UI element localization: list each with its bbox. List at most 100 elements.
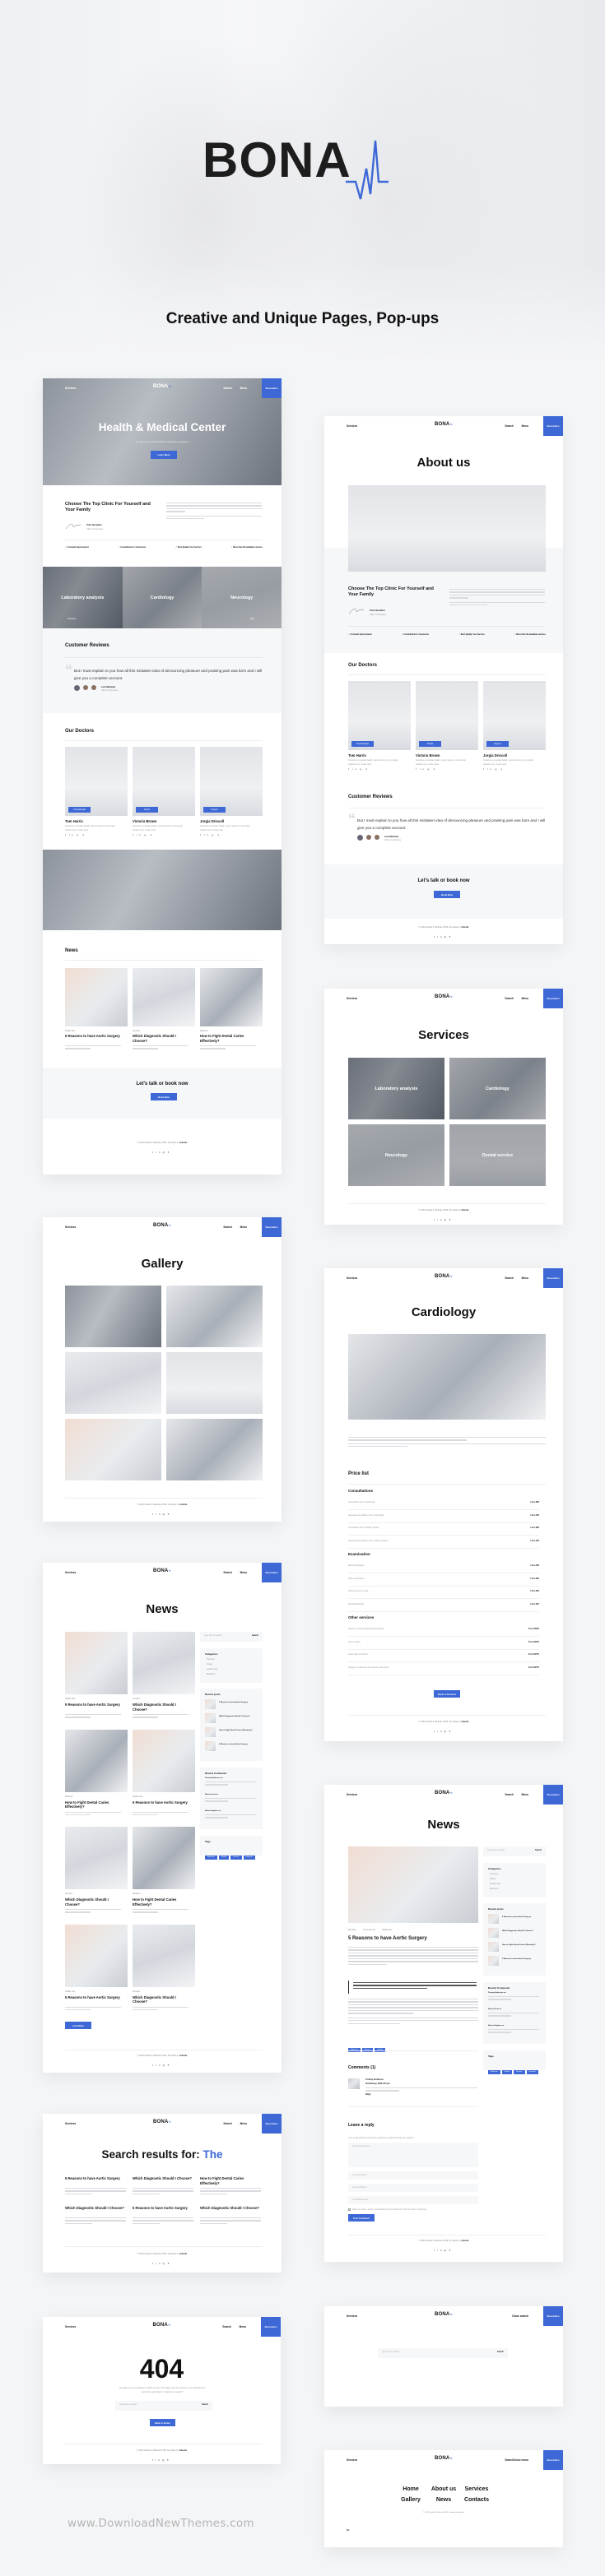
recent-post-thumb[interactable] [205, 1713, 216, 1723]
menu-item-news[interactable]: News [427, 2497, 460, 2503]
recent-post-thumb[interactable] [488, 1942, 499, 1952]
comment-author[interactable]: Rosie Ferrin on [488, 2008, 501, 2010]
linkedin-icon[interactable]: in [156, 2262, 162, 2265]
recent-post-title[interactable]: 5 Reasons to have Aortic Surgery [219, 1744, 260, 1745]
nav-menu-link[interactable]: Menu [240, 2122, 247, 2125]
close-search-link[interactable]: Close search [512, 2314, 528, 2318]
category-link[interactable]: Drugs [207, 1663, 212, 1666]
comment-author[interactable]: Arthur Hopkins on [488, 2025, 504, 2027]
name-input[interactable]: Your name here * [348, 2171, 478, 2180]
copyright-author[interactable]: Adsolis [179, 2253, 187, 2255]
post-meta-item[interactable]: Health care [382, 1929, 392, 1931]
category-link[interactable]: Medicine [490, 1888, 498, 1890]
recent-post-thumb[interactable] [205, 1727, 216, 1737]
category-link[interactable]: Drugs [490, 1878, 496, 1880]
reservation-button[interactable]: Reservation [543, 416, 563, 436]
news-title[interactable]: 5 Reasons to have Aortic Surgery [65, 1995, 123, 2000]
back-to-home-button[interactable]: Back to Home [150, 2419, 175, 2426]
news-title[interactable]: How to Fight Dental Caries Effectively? [65, 1800, 123, 1809]
search-result-title[interactable]: How to Fight Dental Caries Effectively? [200, 2176, 261, 2185]
category-link[interactable]: Health care [490, 1883, 500, 1885]
close-menu-link[interactable]: Close menu [514, 2458, 528, 2462]
twitter-icon[interactable]: ✦ [449, 2249, 454, 2252]
reservation-button[interactable]: Reservation [543, 989, 563, 1008]
twitter-icon[interactable]: ✦ [449, 935, 454, 938]
reservation-button[interactable]: Reservation [543, 2306, 563, 2326]
news-category[interactable]: Health care [65, 1990, 75, 1993]
gallery-photo[interactable] [166, 1419, 263, 1480]
reviewer-avatars[interactable] [74, 685, 96, 691]
news-category[interactable]: Medicine [200, 1030, 208, 1032]
nav-menu-link[interactable]: Menu [522, 1793, 528, 1796]
linkedin-icon[interactable]: in [156, 2064, 162, 2067]
website-input[interactable]: Your website here [348, 2196, 478, 2204]
language-switcher[interactable]: En [347, 2529, 349, 2532]
copyright-author[interactable]: Adsolis [461, 2240, 468, 2242]
recent-post-title[interactable]: How to Fight Dental Caries Effectively? [219, 1730, 260, 1731]
recent-post-thumb[interactable] [488, 1914, 499, 1924]
linkedin-icon[interactable]: in [156, 1513, 162, 1516]
nav-menu-link[interactable]: Menu [522, 424, 528, 428]
gallery-photo[interactable] [166, 1352, 263, 1414]
linkedin-icon[interactable]: in [156, 2458, 162, 2462]
linkedin-icon[interactable]: in [437, 1218, 444, 1221]
nav-search-link[interactable]: Search [223, 387, 232, 390]
recent-post-title[interactable]: 5 Reasons to have Aortic Surgery [502, 1916, 543, 1918]
sidebar-search-input[interactable]: Type here to search Search [200, 1632, 263, 1642]
service-tile[interactable]: Dental service [449, 1124, 546, 1186]
search-placeholder[interactable]: Type here to search [487, 1849, 505, 1851]
twitter-icon[interactable]: ✦ [167, 1151, 172, 1154]
tag-link[interactable]: Doctors [230, 1855, 242, 1860]
doctor-photo[interactable]: Traumatologist [348, 681, 411, 750]
news-photo[interactable] [133, 1729, 195, 1792]
search-result-title[interactable]: Which Diagnostic Should I Choose? [200, 2206, 261, 2211]
copyright-author[interactable]: Adsolis [179, 2055, 187, 2057]
doctor-social-links[interactable]: f in ◎ ✦ [483, 768, 504, 771]
nav-menu-link[interactable]: Menu [240, 2325, 246, 2328]
comment-author[interactable]: Arthur Hopkins on [205, 1810, 221, 1812]
news-title[interactable]: 5 Reasons to have Aortic Surgery [65, 1703, 123, 1707]
post-comment-button[interactable]: Post Comment [348, 2214, 375, 2222]
copyright-author[interactable]: Adsolis [461, 926, 468, 929]
linkedin-icon[interactable]: in [156, 1151, 162, 1154]
reservation-button[interactable]: Reservation [543, 2450, 563, 2470]
news-category[interactable]: Health care [133, 1795, 142, 1798]
nav-menu-link[interactable]: Menu [240, 1571, 247, 1574]
menu-item-home[interactable]: Home [394, 2486, 427, 2492]
twitter-icon[interactable]: ✦ [167, 1513, 172, 1516]
gallery-photo[interactable] [65, 1419, 161, 1480]
nav-search-link[interactable]: Search [222, 2325, 231, 2328]
search-placeholder[interactable]: Type here to search [204, 1634, 221, 1637]
tag-link[interactable]: Hospital [243, 1855, 255, 1860]
category-link[interactable]: Services [490, 1873, 498, 1875]
doctor-photo[interactable]: Surgeon [483, 681, 546, 750]
news-photo[interactable] [65, 968, 128, 1026]
linkedin-icon[interactable]: in [437, 1730, 444, 1733]
search-button[interactable]: Search [535, 1849, 542, 1851]
service-tile[interactable]: Cardiology [449, 1058, 546, 1119]
comment-author[interactable]: Tommy Anderson on [488, 1992, 506, 1994]
recent-post-thumb[interactable] [205, 1699, 216, 1709]
save-info-checkbox[interactable] [348, 2208, 351, 2211]
gallery-photo[interactable] [65, 1286, 161, 1347]
sidebar-search-input[interactable]: Type here to search Search [483, 1846, 546, 1856]
nav-search-link[interactable]: Search [223, 2122, 232, 2125]
twitter-icon[interactable]: ✦ [167, 2458, 172, 2462]
news-category[interactable]: Medicine [65, 1795, 73, 1798]
news-photo[interactable] [133, 1632, 195, 1694]
search-result-title[interactable]: 5 Reasons to have Aortic Surgery [133, 2206, 193, 2211]
search-button[interactable]: Search [202, 2403, 208, 2406]
news-title[interactable]: 5 Reasons to have Aortic Surgery [133, 1800, 190, 1805]
service-tile[interactable]: Laboratory analysis [348, 1058, 444, 1119]
reviewer-avatars[interactable] [357, 835, 379, 841]
twitter-icon[interactable]: ✦ [167, 2064, 172, 2067]
doctor-photo[interactable]: Surgeon [200, 747, 263, 816]
comment-author[interactable]: Rosie Ferrin on [205, 1794, 218, 1795]
reservation-button[interactable]: Reservation [262, 378, 282, 398]
next-button[interactable]: Next [250, 618, 254, 620]
news-photo[interactable] [65, 1827, 128, 1889]
nav-search-link[interactable]: Search [505, 1793, 514, 1796]
book-now-button[interactable]: Book Now [434, 891, 460, 898]
news-title[interactable]: Which Diagnostic Should I Choose? [133, 1703, 190, 1712]
news-category[interactable]: Services [133, 1030, 140, 1032]
